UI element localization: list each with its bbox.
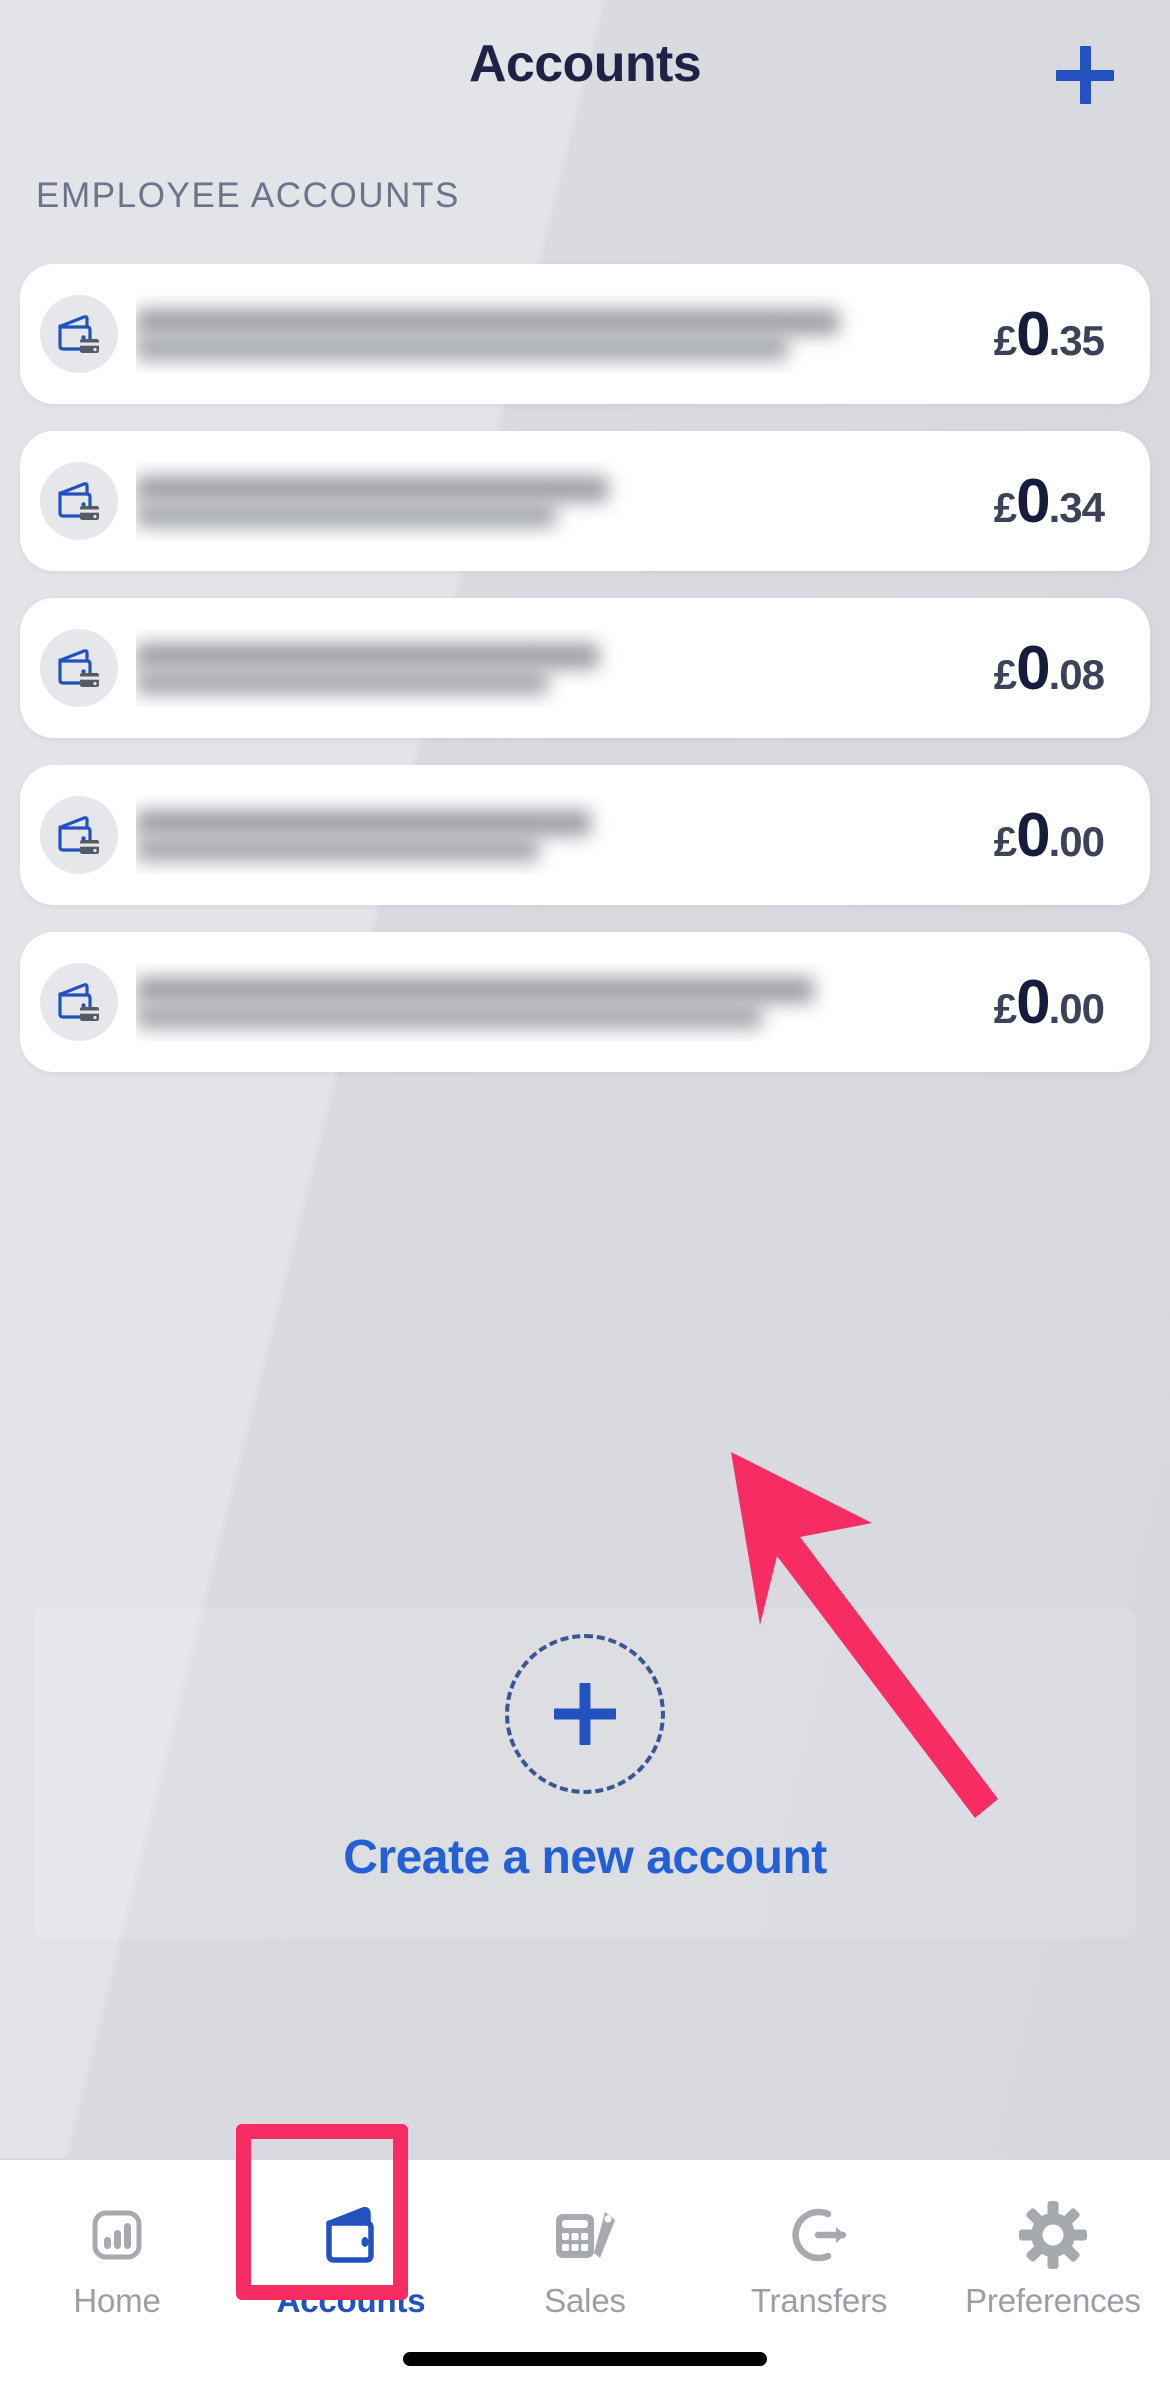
page-title: Accounts <box>468 35 702 93</box>
header: Accounts <box>0 0 1170 148</box>
account-card[interactable]: £0.34 <box>20 431 1150 571</box>
wallet-card-icon <box>40 963 118 1041</box>
balance-whole: 0 <box>1016 466 1051 536</box>
account-card[interactable]: £0.00 <box>20 765 1150 905</box>
account-name-redacted <box>136 295 994 373</box>
calculator-pen-icon <box>547 2194 623 2276</box>
account-name-redacted <box>136 462 994 540</box>
balance-decimals: .34 <box>1048 483 1105 531</box>
section-header-employee-accounts: EMPLOYEE ACCOUNTS <box>36 176 460 215</box>
gear-icon <box>1015 2194 1091 2276</box>
balance-decimals: .00 <box>1048 817 1105 865</box>
balance-whole: 0 <box>1016 800 1051 870</box>
balance-whole: 0 <box>1016 299 1051 369</box>
account-card[interactable]: £0.08 <box>20 598 1150 738</box>
account-balance: £0.08 <box>993 633 1105 704</box>
wallet-card-icon <box>40 295 118 373</box>
account-name-redacted <box>136 629 994 707</box>
balance-whole: 0 <box>1016 633 1051 703</box>
accounts-list: £0.35 £0.34 £0.08 £0.00 £0.00 <box>0 264 1170 1099</box>
currency-symbol: £ <box>993 984 1017 1032</box>
account-card[interactable]: £0.35 <box>20 264 1150 404</box>
currency-symbol: £ <box>993 817 1017 865</box>
tab-label: Transfers <box>750 2282 888 2319</box>
currency-symbol: £ <box>993 316 1017 364</box>
add-account-button[interactable] <box>1048 38 1122 112</box>
tab-label: Home <box>73 2282 161 2319</box>
balance-decimals: .08 <box>1048 650 1105 698</box>
tab-label: Preferences <box>965 2282 1141 2319</box>
account-balance: £0.00 <box>993 800 1105 871</box>
account-balance: £0.00 <box>993 967 1105 1038</box>
create-account-label: Create a new account <box>343 1831 827 1884</box>
account-balance: £0.35 <box>993 299 1105 370</box>
tab-label: Sales <box>544 2282 626 2319</box>
home-indicator <box>403 2352 767 2366</box>
bar-chart-icon <box>81 2194 153 2276</box>
wallet-card-icon <box>40 796 118 874</box>
balance-decimals: .35 <box>1048 316 1105 364</box>
currency-symbol: £ <box>993 650 1017 698</box>
wallet-card-icon <box>40 629 118 707</box>
account-name-redacted <box>136 796 994 874</box>
create-account-panel[interactable]: Create a new account <box>34 1608 1136 1938</box>
account-name-redacted <box>136 963 994 1041</box>
balance-decimals: .00 <box>1048 984 1105 1032</box>
tab-label: Accounts <box>276 2282 426 2319</box>
plus-icon-vertical <box>579 1683 591 1745</box>
account-balance: £0.34 <box>993 466 1105 537</box>
wallet-icon <box>313 2194 389 2276</box>
arc-arrow-icon <box>781 2194 857 2276</box>
tab-home[interactable]: Home <box>0 2160 234 2392</box>
app-screen: Accounts EMPLOYEE ACCOUNTS £0.35 £0.34 £… <box>0 0 1170 2392</box>
tab-preferences[interactable]: Preferences <box>936 2160 1170 2392</box>
account-card[interactable]: £0.00 <box>20 932 1150 1072</box>
wallet-card-icon <box>40 462 118 540</box>
currency-symbol: £ <box>993 483 1017 531</box>
create-account-circle[interactable] <box>505 1634 665 1794</box>
balance-whole: 0 <box>1016 967 1051 1037</box>
plus-icon-vertical <box>1079 46 1091 104</box>
